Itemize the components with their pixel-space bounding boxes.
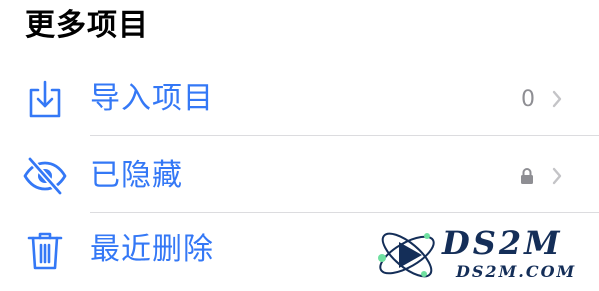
chevron-right-icon bbox=[552, 167, 562, 185]
atom-logo-icon bbox=[378, 232, 435, 278]
watermark-title: DS2M bbox=[442, 224, 563, 262]
row-label: 最近删除 bbox=[90, 232, 214, 267]
row-import-items[interactable]: 导入项目 0 bbox=[0, 64, 599, 134]
chevron-right-icon bbox=[552, 90, 562, 108]
lock-icon bbox=[521, 168, 533, 184]
row-separator bbox=[90, 135, 599, 136]
row-label: 导入项目 bbox=[90, 81, 214, 116]
trash-icon bbox=[22, 229, 68, 271]
item-count: 0 bbox=[521, 86, 535, 112]
import-tray-icon bbox=[22, 78, 68, 120]
eye-slash-icon bbox=[22, 155, 68, 197]
watermark-logo: DS2M DS2M.COM bbox=[372, 222, 594, 288]
row-hidden[interactable]: 已隐藏 bbox=[0, 141, 599, 211]
row-separator bbox=[90, 212, 599, 213]
watermark-url: DS2M.COM bbox=[456, 262, 577, 281]
row-label: 已隐藏 bbox=[90, 158, 183, 193]
section-title: 更多项目 bbox=[25, 8, 149, 43]
